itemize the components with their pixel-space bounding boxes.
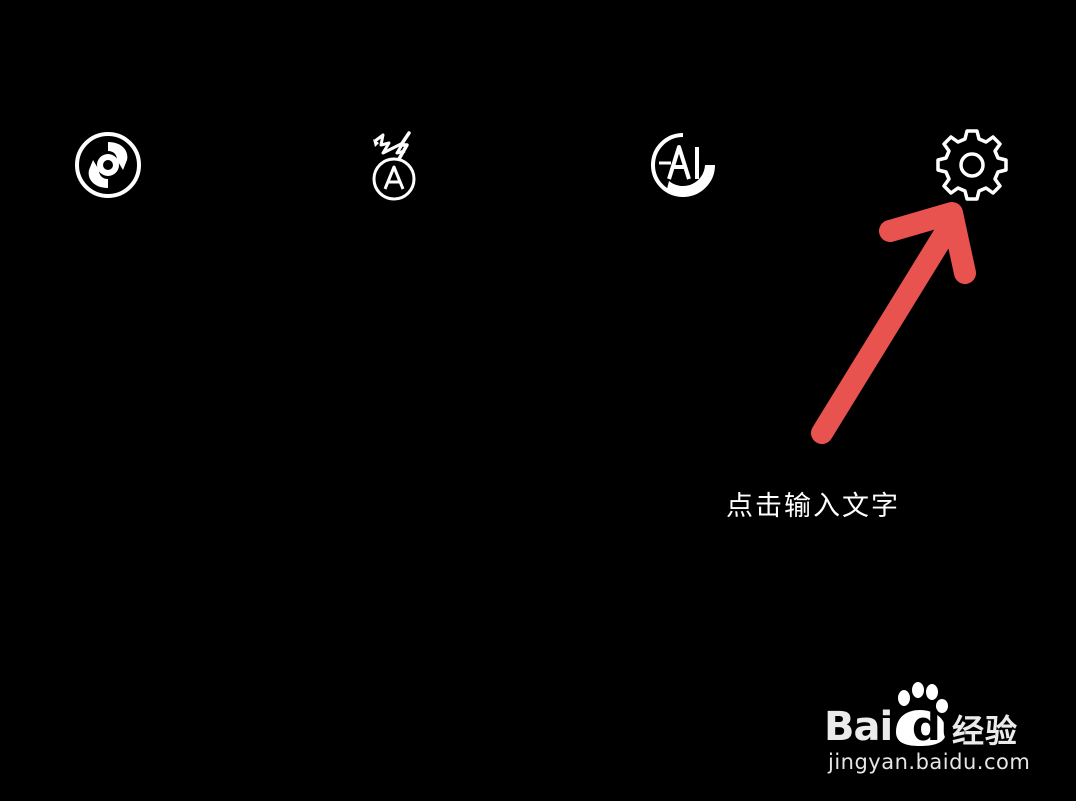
watermark-url: jingyan.baidu.com xyxy=(828,750,1031,774)
watermark-logo: Bai du 经验 xyxy=(824,682,1054,752)
baidu-jingyan-watermark: Bai du 经验 jingyan.baidu.com xyxy=(824,682,1054,782)
ai-scene-icon xyxy=(651,133,715,197)
gear-icon xyxy=(936,129,1008,201)
ai-scene-button[interactable] xyxy=(643,125,723,205)
camera-screen: 点击输入文字 Bai du 经验 jingyan.baidu.com xyxy=(0,0,1076,801)
flash-button[interactable] xyxy=(356,125,436,205)
watermark-brand-suffix: 经验 xyxy=(952,712,1019,750)
filter-swirl-icon xyxy=(75,132,141,198)
flash-auto-icon xyxy=(372,131,416,201)
annotation-arrow xyxy=(811,202,976,444)
watermark-brand-prefix: Bai xyxy=(824,704,893,750)
filter-button[interactable] xyxy=(68,125,148,205)
settings-button[interactable] xyxy=(932,125,1012,205)
annotation-label: 点击输入文字 xyxy=(726,491,900,522)
